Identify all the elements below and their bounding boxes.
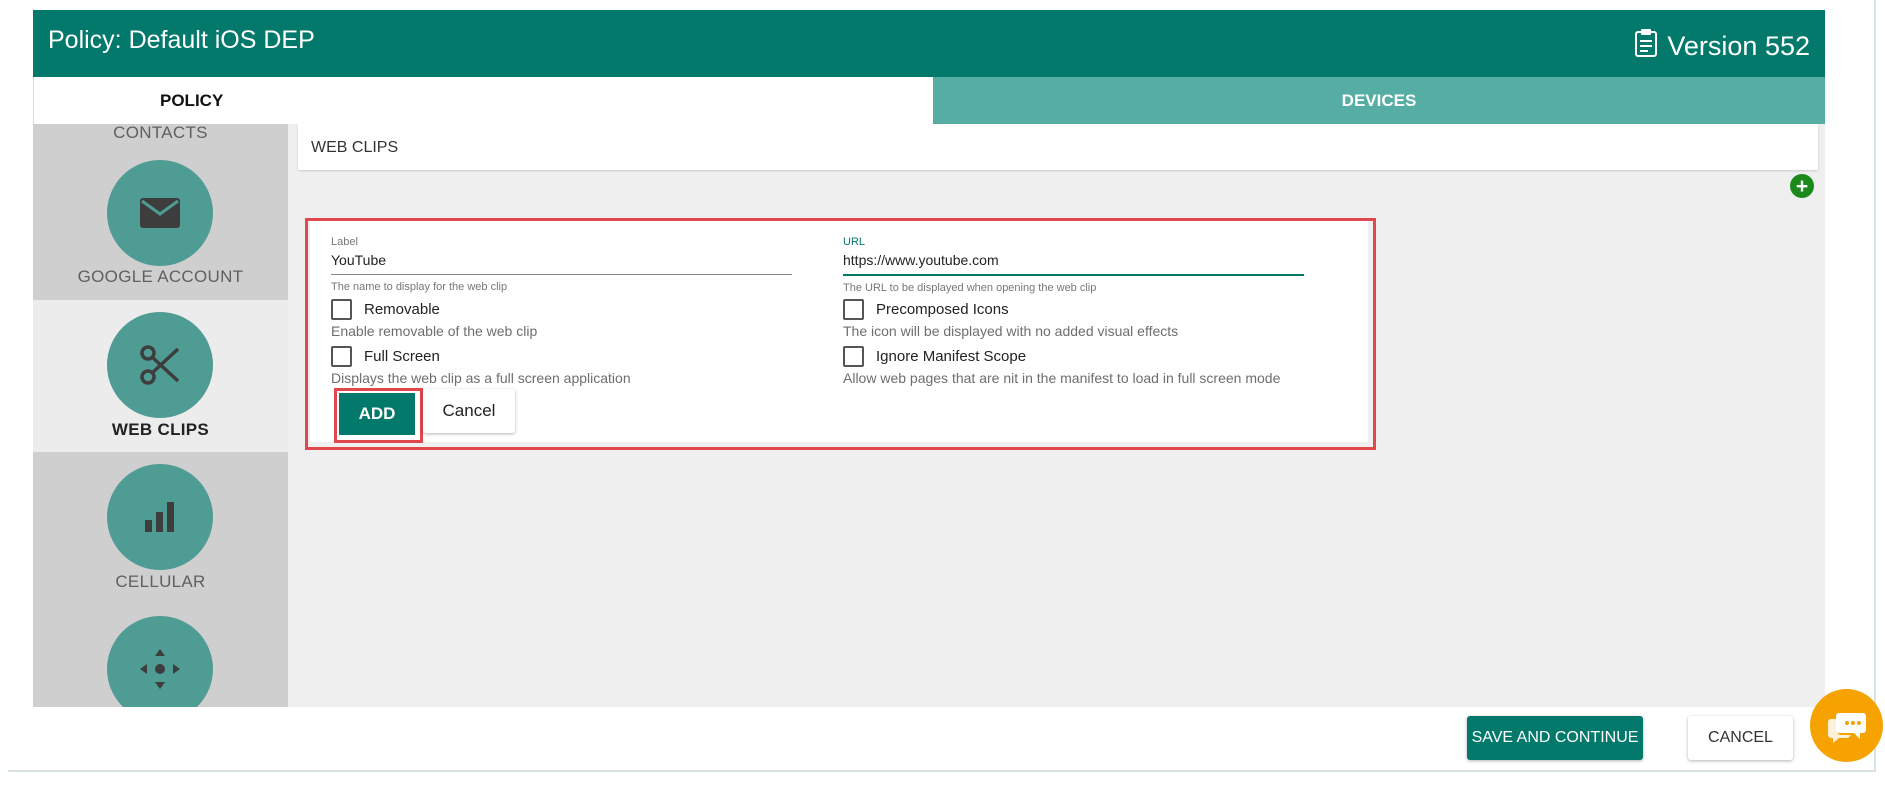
section-title: WEB CLIPS <box>311 139 399 156</box>
sidebar-item-web-clips[interactable]: WEB CLIPS <box>33 300 288 452</box>
footer-cancel-button[interactable]: CANCEL <box>1688 716 1793 760</box>
sidebar-item-label: GOOGLE ACCOUNT <box>77 267 244 286</box>
removable-description: Enable removable of the web clip <box>331 323 538 339</box>
sidebar-item-google-account[interactable]: GOOGLE ACCOUNT <box>33 124 288 286</box>
clipboard-icon <box>1635 29 1658 64</box>
version-indicator: Version 552 <box>1635 29 1810 64</box>
policy-title: Policy: Default iOS DEP <box>48 26 315 54</box>
precomposed-description: The icon will be displayed with no added… <box>843 323 1179 339</box>
label-underline <box>331 274 792 275</box>
label-input[interactable]: YouTube <box>331 252 792 270</box>
url-input[interactable]: https://www.youtube.com <box>843 252 1304 270</box>
save-and-continue-button[interactable]: SAVE AND CONTINUE <box>1467 716 1643 760</box>
full-screen-label: Full Screen <box>364 348 440 365</box>
version-label: Version 552 <box>1667 31 1810 61</box>
add-button[interactable]: ADD <box>339 393 415 435</box>
sidebar-item-cellular[interactable]: CELLULAR <box>33 452 288 604</box>
sidebar-item-more[interactable] <box>33 604 288 707</box>
chat-icon[interactable] <box>1810 689 1883 762</box>
tab-bar: POLICY DEVICES <box>33 77 1825 124</box>
removable-checkbox-row[interactable]: Removable <box>331 299 440 320</box>
precomposed-checkbox[interactable] <box>843 299 864 320</box>
precomposed-label: Precomposed Icons <box>876 301 1009 318</box>
mail-icon <box>107 160 213 266</box>
ignore-manifest-description: Allow web pages that are nit in the mani… <box>843 370 1281 386</box>
full-screen-checkbox[interactable] <box>331 346 352 367</box>
add-web-clip-button[interactable]: + <box>1790 174 1814 198</box>
full-screen-checkbox-row[interactable]: Full Screen <box>331 346 440 367</box>
label-hint: The name to display for the web clip <box>331 281 508 293</box>
removable-checkbox[interactable] <box>331 299 352 320</box>
tab-policy[interactable]: POLICY <box>33 77 931 124</box>
removable-label: Removable <box>364 301 440 318</box>
cancel-button[interactable]: Cancel <box>423 389 515 433</box>
ignore-manifest-checkbox[interactable] <box>843 346 864 367</box>
ignore-manifest-label: Ignore Manifest Scope <box>876 348 1027 365</box>
web-clips-panel: WEB CLIPS + Label YouTube The name to di… <box>288 124 1825 707</box>
url-underline <box>843 274 1304 276</box>
label-field: Label YouTube The name to display for th… <box>331 236 792 293</box>
url-hint: The URL to be displayed when opening the… <box>843 282 1097 294</box>
move-arrows-icon <box>107 616 213 707</box>
bar-chart-icon <box>107 464 213 570</box>
full-screen-description: Displays the web clip as a full screen a… <box>331 370 631 386</box>
label-field-caption: Label <box>331 236 358 248</box>
section-header: WEB CLIPS <box>298 124 1818 170</box>
tab-devices[interactable]: DEVICES <box>933 77 1825 124</box>
sidebar-item-label: WEB CLIPS <box>111 420 210 439</box>
precomposed-checkbox-row[interactable]: Precomposed Icons <box>843 299 1009 320</box>
sidebar-item-label: CELLULAR <box>115 572 206 591</box>
policy-header: Policy: Default iOS DEP Version 552 <box>33 10 1825 77</box>
ignore-manifest-checkbox-row[interactable]: Ignore Manifest Scope <box>843 346 1026 367</box>
url-field: URL https://www.youtube.com The URL to b… <box>843 236 1304 294</box>
scissors-icon <box>107 312 213 418</box>
policy-sidebar: CONTACTS GOOGLE ACCOUNT WEB CLIPS CELLUL… <box>33 124 288 707</box>
url-field-caption: URL <box>843 236 866 248</box>
